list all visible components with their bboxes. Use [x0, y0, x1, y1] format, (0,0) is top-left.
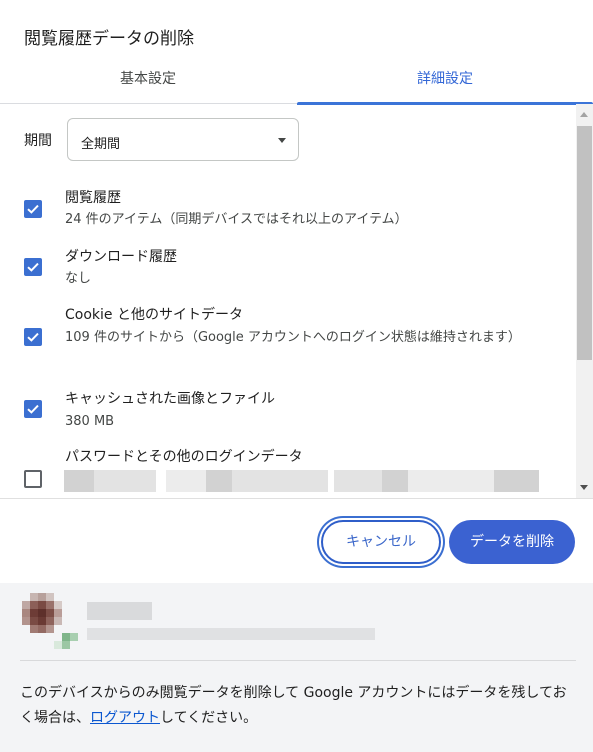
checkbox-cookies[interactable]: [24, 328, 42, 346]
account-note-text-end: してください。: [160, 710, 258, 726]
account-name-redacted: [87, 602, 152, 620]
tab-basic-label: 基本設定: [120, 71, 176, 87]
avatar: [22, 593, 78, 649]
divider: [0, 498, 593, 499]
account-note: このデバイスからのみ閲覧データを削除して Google アカウントにはデータを残…: [20, 681, 580, 731]
tab-basic[interactable]: 基本設定: [0, 62, 296, 104]
period-selected-value: 全期間: [81, 137, 121, 152]
tab-bar: 基本設定 詳細設定: [0, 62, 593, 105]
period-dropdown[interactable]: 全期間: [67, 118, 299, 161]
cancel-button[interactable]: キャンセル: [321, 520, 441, 564]
option-description: 24 件のアイテム（同期デバイスではそれ以上のアイテム）: [65, 212, 408, 227]
account-email-redacted: [87, 628, 375, 640]
checkbox-download-history[interactable]: [24, 258, 42, 276]
option-title: キャッシュされた画像とファイル: [65, 391, 275, 407]
redacted-description: [64, 470, 539, 492]
check-icon: [27, 404, 39, 414]
clear-browsing-data-dialog: 閲覧履歴データの削除 基本設定 詳細設定 期間 全期間 閲覧履歴 24 件のアイ…: [0, 0, 593, 752]
settings-content: 期間 全期間 閲覧履歴 24 件のアイテム（同期デバイスではそれ以上のアイテム）…: [0, 104, 576, 498]
option-description: 380 MB: [65, 414, 115, 429]
account-section: このデバイスからのみ閲覧データを削除して Google アカウントにはデータを残…: [0, 583, 593, 752]
option-description: 109 件のサイトから（Google アカウントへのログイン状態は維持されます）: [65, 330, 521, 345]
logout-link[interactable]: ログアウト: [90, 710, 160, 726]
tab-advanced[interactable]: 詳細設定: [297, 62, 593, 105]
option-title: 閲覧履歴: [65, 190, 121, 206]
account-divider: [20, 660, 576, 661]
tab-advanced-label: 詳細設定: [417, 71, 473, 87]
checkbox-browsing-history[interactable]: [24, 200, 42, 218]
scroll-down-icon[interactable]: [580, 485, 588, 490]
check-icon: [27, 332, 39, 342]
dialog-title: 閲覧履歴データの削除: [24, 29, 194, 49]
scroll-up-icon[interactable]: [580, 112, 588, 117]
option-title: ダウンロード履歴: [65, 249, 177, 265]
period-label: 期間: [24, 133, 52, 149]
scrollbar-thumb[interactable]: [577, 126, 592, 360]
check-icon: [27, 204, 39, 214]
option-title: Cookie と他のサイトデータ: [65, 307, 243, 323]
option-title: パスワードとその他のログインデータ: [65, 449, 303, 465]
check-icon: [27, 262, 39, 272]
option-description: なし: [65, 271, 92, 286]
checkbox-cached-images[interactable]: [24, 400, 42, 418]
scrollbar[interactable]: [576, 104, 593, 498]
delete-data-button[interactable]: データを削除: [449, 520, 575, 564]
checkbox-passwords[interactable]: [24, 470, 42, 488]
chevron-down-icon: [278, 138, 286, 143]
